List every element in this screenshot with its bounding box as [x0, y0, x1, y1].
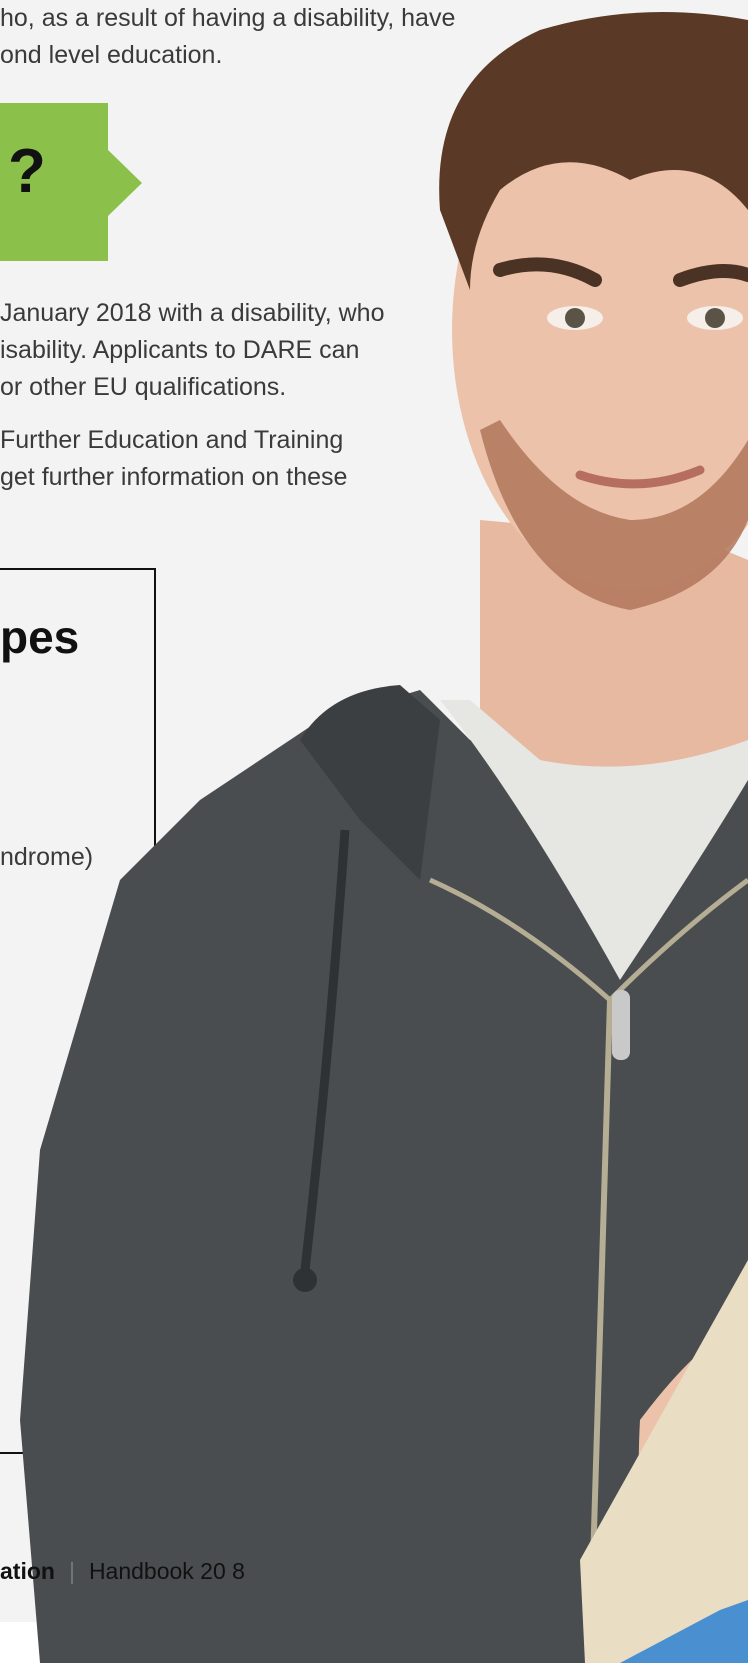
fet-paragraph: Further Education and Training get furth…	[0, 422, 347, 496]
box-heading: pes	[0, 611, 80, 663]
eligibility-line: isability. Applicants to DARE can	[0, 336, 360, 364]
intro-line: ho, as a result of having a disability, …	[0, 4, 456, 32]
footer-left: ation	[0, 1558, 55, 1584]
disability-types-box	[0, 568, 156, 1454]
flag-text: ?	[8, 137, 46, 206]
eligibility-line: January 2018 with a disability, who	[0, 299, 385, 327]
box-list-item: ndrome)	[0, 843, 94, 871]
intro-line: ond level education.	[0, 41, 223, 69]
page-footer: ation | Handbook 20 8	[0, 1558, 245, 1585]
eligibility-paragraph: January 2018 with a disability, who isab…	[0, 295, 384, 406]
eligibility-line: or other EU qualifications.	[0, 373, 287, 401]
fet-line: get further information on these	[0, 463, 348, 491]
question-flag: ?	[0, 103, 142, 261]
footer-separator: |	[68, 1558, 75, 1584]
fet-line: Further Education and Training	[0, 426, 344, 454]
footer-right: Handbook 20 8	[88, 1558, 245, 1584]
intro-paragraph: ho, as a result of having a disability, …	[0, 0, 455, 74]
bottom-band	[0, 1622, 748, 1663]
